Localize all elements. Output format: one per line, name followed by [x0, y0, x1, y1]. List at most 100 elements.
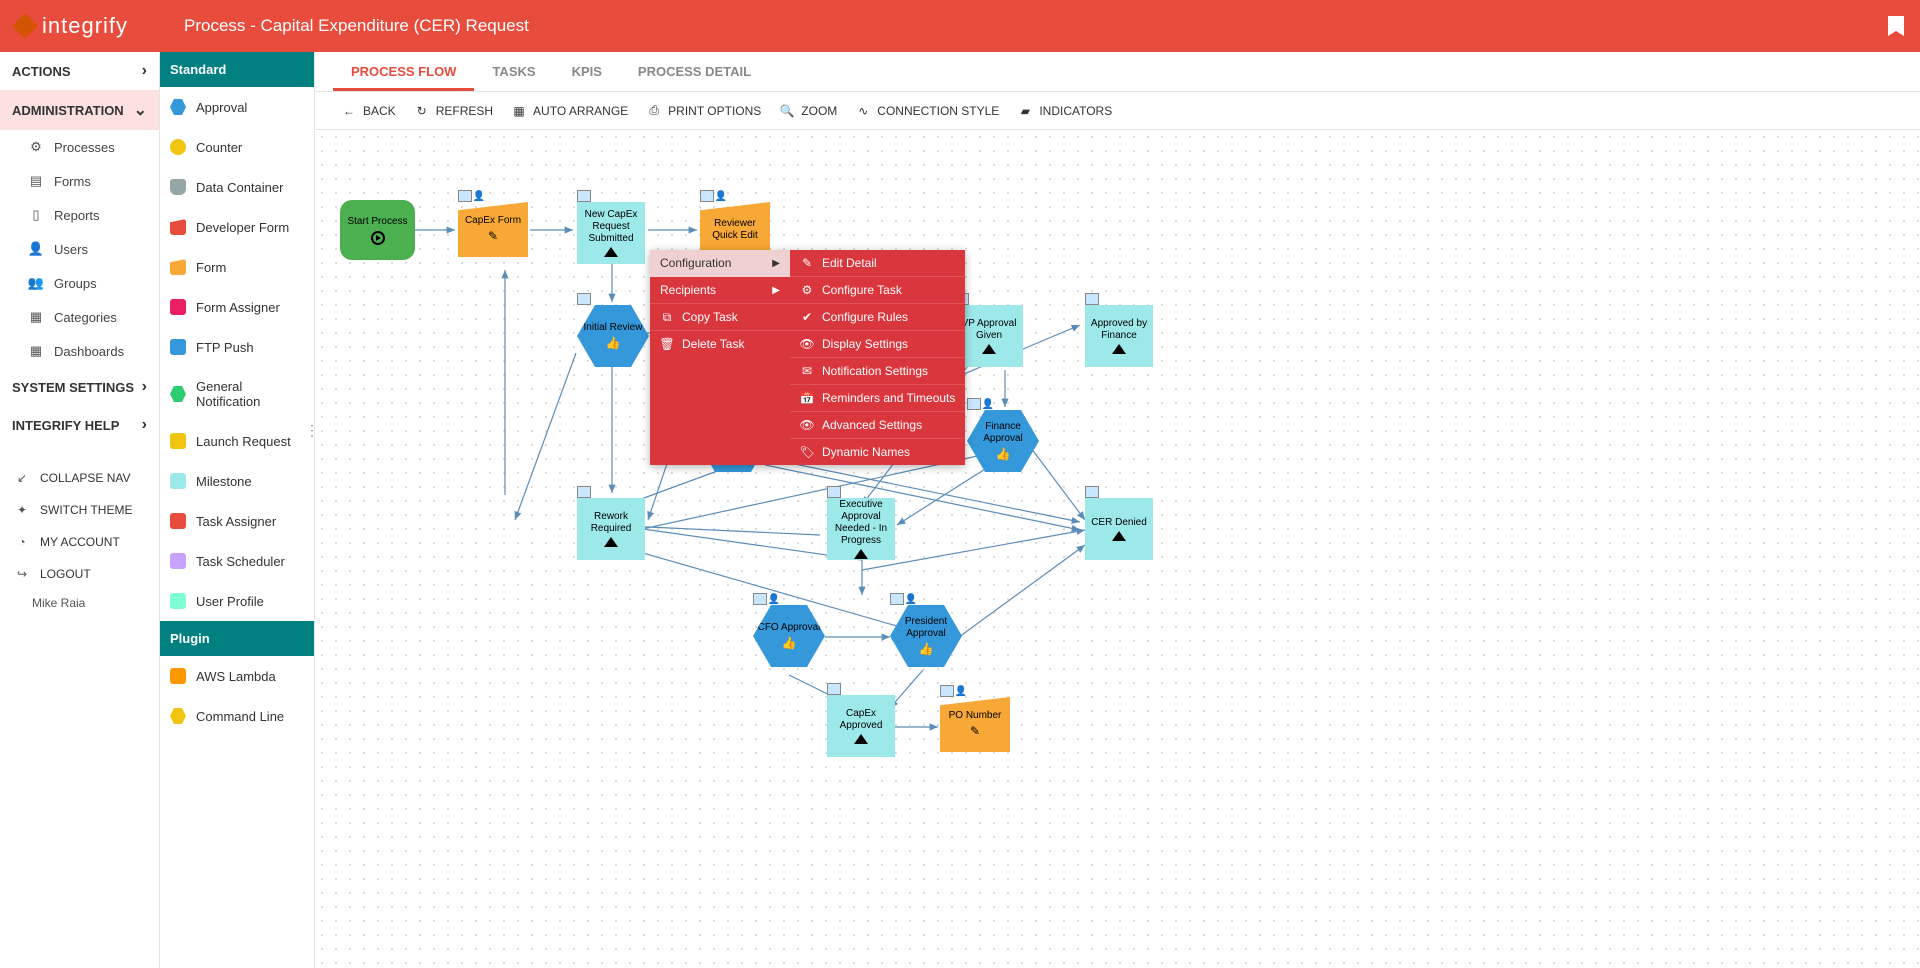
refresh-button[interactable]: ↻REFRESH [414, 103, 493, 119]
ctx-reminders-timeouts[interactable]: 📅Reminders and Timeouts [790, 385, 965, 412]
palette-item-form[interactable]: Form [160, 247, 314, 287]
nav-item-forms[interactable]: ▤Forms [0, 164, 159, 198]
ctx-recipients[interactable]: Recipients▶ [650, 277, 790, 304]
theme-icon: ✦ [14, 502, 30, 518]
eye-icon: 👁 [800, 418, 814, 432]
auto-arrange-button[interactable]: ▦AUTO ARRANGE [511, 103, 628, 119]
nav-item-users[interactable]: 👤Users [0, 232, 159, 266]
node-reviewer-quick-edit[interactable]: 👤 Reviewer Quick Edit [700, 202, 770, 257]
ctx-configuration[interactable]: Configuration▶ [650, 250, 790, 277]
palette-item-approval[interactable]: Approval [160, 87, 314, 127]
nav-section-actions[interactable]: ACTIONS › [0, 52, 159, 90]
node-president-approval[interactable]: 👤 President Approval👍 [890, 605, 962, 667]
ctx-delete-task[interactable]: 🗑Delete Task [650, 331, 790, 357]
node-finance-approval[interactable]: 👤 Finance Approval👍 [967, 410, 1039, 472]
ctx-advanced-settings[interactable]: 👁Advanced Settings [790, 412, 965, 439]
my-account-button[interactable]: ◔MY ACCOUNT [0, 526, 159, 558]
palette-item-aws-lambda[interactable]: AWS Lambda [160, 656, 314, 696]
node-capex-approved[interactable]: CapEx Approved [827, 695, 895, 757]
node-label: Approved by Finance [1089, 318, 1149, 342]
nav-section-administration[interactable]: ADMINISTRATION ⌄ [0, 90, 159, 130]
status-badge-icon [1085, 293, 1099, 305]
toolbar-label: ZOOM [801, 104, 837, 118]
switch-theme-button[interactable]: ✦SWITCH THEME [0, 494, 159, 526]
nav-section-system-settings[interactable]: SYSTEM SETTINGS › [0, 368, 159, 406]
collapse-nav-button[interactable]: ↙COLLAPSE NAV [0, 462, 159, 494]
node-label: Reviewer Quick Edit [704, 218, 766, 242]
node-start-process[interactable]: Start Process [340, 200, 415, 260]
triangle-icon [1112, 531, 1126, 541]
palette-item-ftp-push[interactable]: FTP Push [160, 327, 314, 367]
ctx-configure-rules[interactable]: ✔Configure Rules [790, 304, 965, 331]
nav-item-reports[interactable]: ▯Reports [0, 198, 159, 232]
nav-item-processes[interactable]: ⚙Processes [0, 130, 159, 164]
nav-item-dashboards[interactable]: ▦Dashboards [0, 334, 159, 368]
node-approved-by-finance[interactable]: Approved by Finance [1085, 305, 1153, 367]
palette-item-milestone[interactable]: Milestone [160, 461, 314, 501]
task-scheduler-icon [170, 553, 186, 569]
node-executive-approval[interactable]: Executive Approval Needed - In Progress [827, 498, 895, 560]
form-assigner-icon [170, 299, 186, 315]
tab-process-detail[interactable]: PROCESS DETAIL [620, 52, 769, 91]
logo[interactable]: integrify [16, 13, 166, 39]
palette-item-developer-form[interactable]: Developer Form [160, 207, 314, 247]
zoom-button[interactable]: 🔍ZOOM [779, 103, 837, 119]
current-user: Mike Raia [0, 590, 159, 616]
status-badge-icon [458, 190, 472, 202]
nav-item-groups[interactable]: 👥Groups [0, 266, 159, 300]
node-initial-review[interactable]: Initial Review👍 [577, 305, 649, 367]
nav-item-categories[interactable]: ▦Categories [0, 300, 159, 334]
node-label: CapEx Form [465, 215, 521, 227]
node-cer-denied[interactable]: CER Denied [1085, 498, 1153, 560]
node-label: Start Process [347, 216, 407, 228]
node-po-number[interactable]: 👤 PO Number✎ [940, 697, 1010, 752]
ctx-label: Reminders and Timeouts [822, 391, 955, 405]
play-icon [371, 231, 385, 245]
ctx-edit-detail[interactable]: ✎Edit Detail [790, 250, 965, 277]
node-capex-form[interactable]: 👤 CapEx Form✎ [458, 202, 528, 257]
palette-item-user-profile[interactable]: User Profile [160, 581, 314, 621]
gear-icon: ⚙ [800, 283, 814, 297]
indicators-button[interactable]: ▰INDICATORS [1017, 103, 1112, 119]
line-icon: ∿ [855, 103, 871, 119]
node-rework-required[interactable]: Rework Required [577, 498, 645, 560]
nav-item-label: Categories [54, 310, 117, 325]
palette-item-counter[interactable]: Counter [160, 127, 314, 167]
status-badge-icon [1085, 486, 1099, 498]
flow-canvas[interactable]: Start Process 👤 CapEx Form✎ New CapEx Re… [315, 130, 1920, 968]
print-options-button[interactable]: ⎙PRINT OPTIONS [646, 103, 761, 119]
ctx-dynamic-names[interactable]: 🏷Dynamic Names [790, 439, 965, 465]
nav-section-help[interactable]: INTEGRIFY HELP › [0, 406, 159, 444]
palette-item-form-assigner[interactable]: Form Assigner [160, 287, 314, 327]
palette-item-label: FTP Push [196, 340, 254, 355]
node-cfo-approval[interactable]: 👤 CFO Approval👍 [753, 605, 825, 667]
main-area: PROCESS FLOW TASKS KPIS PROCESS DETAIL ←… [315, 52, 1920, 968]
palette-item-task-scheduler[interactable]: Task Scheduler [160, 541, 314, 581]
palette-item-general-notification[interactable]: General Notification [160, 367, 314, 421]
toolbar: ←BACK ↻REFRESH ▦AUTO ARRANGE ⎙PRINT OPTI… [315, 92, 1920, 130]
bookmark-icon[interactable] [1888, 16, 1904, 36]
forms-icon: ▤ [28, 173, 44, 189]
tab-process-flow[interactable]: PROCESS FLOW [333, 52, 474, 91]
ctx-configure-task[interactable]: ⚙Configure Task [790, 277, 965, 304]
tab-kpis[interactable]: KPIS [554, 52, 620, 91]
connection-style-button[interactable]: ∿CONNECTION STYLE [855, 103, 999, 119]
triangle-icon [604, 537, 618, 547]
developer-form-icon [170, 219, 186, 235]
palette-item-command-line[interactable]: Command Line [160, 696, 314, 736]
tab-label: PROCESS FLOW [351, 64, 456, 79]
tab-tasks[interactable]: TASKS [474, 52, 553, 91]
palette-item-task-assigner[interactable]: Task Assigner [160, 501, 314, 541]
palette-item-data-container[interactable]: Data Container [160, 167, 314, 207]
milestone-icon [170, 473, 186, 489]
logout-button[interactable]: ↪LOGOUT [0, 558, 159, 590]
palette-item-launch-request[interactable]: Launch Request [160, 421, 314, 461]
ctx-copy-task[interactable]: ⧉Copy Task [650, 304, 790, 331]
ctx-display-settings[interactable]: 👁Display Settings [790, 331, 965, 358]
palette-item-label: Developer Form [196, 220, 289, 235]
node-new-capex-request[interactable]: New CapEx Request Submitted [577, 202, 645, 264]
ctx-notification-settings[interactable]: ✉Notification Settings [790, 358, 965, 385]
back-button[interactable]: ←BACK [341, 103, 396, 119]
node-label: PO Number [949, 710, 1002, 722]
node-label: New CapEx Request Submitted [581, 209, 641, 245]
